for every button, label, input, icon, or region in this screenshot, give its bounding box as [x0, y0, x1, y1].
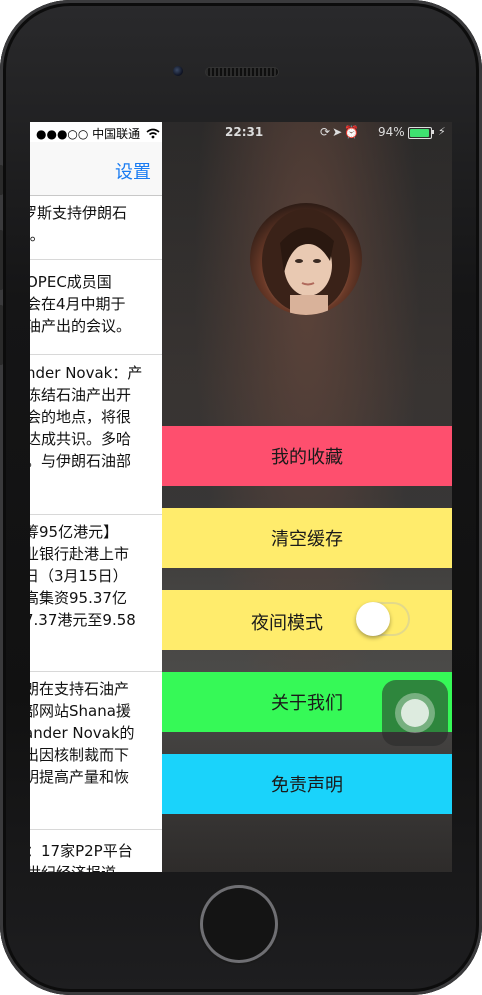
- status-bar: ●●●○○ 中国联通 22:31 ⟳➤⏰ 94% ⚡: [30, 122, 452, 142]
- portrait-image: [262, 209, 350, 315]
- menu-item-favorites[interactable]: 我的收藏: [162, 426, 452, 486]
- volume-down-button: [0, 305, 3, 365]
- navigation-bar: 设置: [30, 142, 162, 196]
- news-list-item[interactable]: 罗斯支持伊朗石 ”。: [30, 196, 162, 260]
- news-item-text: 筹95亿港元】 业银行赴港上市 日（3月15日） 高集资95.37亿 7.37港…: [30, 523, 136, 629]
- toggle-knob: [356, 602, 390, 636]
- earpiece-speaker: [206, 68, 278, 76]
- user-avatar[interactable]: [250, 203, 362, 315]
- battery-percent: 94%: [378, 125, 405, 139]
- status-icons: ⟳➤⏰: [320, 125, 361, 139]
- menu-item-label: 免责声明: [271, 775, 343, 796]
- location-icon: ➤: [332, 125, 345, 139]
- assistive-dot: [401, 699, 429, 727]
- news-list-item[interactable]: OPEC成员国 会在4月中期于 油产出的会议。: [30, 260, 162, 355]
- alarm-icon: ⏰: [344, 125, 362, 139]
- clock: 22:31: [225, 125, 264, 139]
- menu-item-label: 清空缓存: [271, 529, 343, 550]
- night-mode-toggle[interactable]: [356, 602, 410, 636]
- menu-item-disclaimer[interactable]: 免责声明: [162, 754, 452, 814]
- main-content-panel[interactable]: 设置 罗斯支持伊朗石 ”。 OPEC成员国 会在4月中期于 油产出的会议。 nd…: [30, 122, 162, 872]
- front-camera: [173, 66, 183, 76]
- wifi-icon: [146, 128, 160, 139]
- news-item-text: OPEC成员国 会在4月中期于 油产出的会议。: [30, 273, 132, 335]
- battery-tip: [432, 130, 434, 134]
- charging-icon: ⚡: [438, 125, 446, 138]
- news-list-item[interactable]: ：17家P2P平台 世纪经济报道: [30, 830, 162, 872]
- lock-rotation-icon: ⟳: [320, 125, 333, 139]
- news-item-text: nder Novak：产 冻结石油产出开 会的地点，将很 达成共识。多哈 。与伊…: [30, 364, 143, 470]
- news-item-text: 朗在支持石油产 部网站Shana援 ander Novak的 出因核制裁而下 明…: [30, 680, 135, 786]
- menu-item-label: 关于我们: [271, 693, 343, 714]
- carrier-label: ●●●○○ 中国联通: [36, 127, 141, 141]
- news-list-item[interactable]: nder Novak：产 冻结石油产出开 会的地点，将很 达成共识。多哈 。与伊…: [30, 355, 162, 515]
- home-button[interactable]: [203, 888, 275, 960]
- assistive-ring: [395, 693, 435, 733]
- mute-switch: [0, 165, 3, 195]
- news-list-item[interactable]: 筹95亿港元】 业银行赴港上市 日（3月15日） 高集资95.37亿 7.37港…: [30, 515, 162, 672]
- carrier-signal: ●●●○○ 中国联通: [36, 125, 160, 142]
- volume-up-button: [0, 230, 3, 290]
- side-menu-panel: 我的收藏 清空缓存 夜间模式 关于我们 免责声明: [162, 122, 452, 872]
- news-item-text: 罗斯支持伊朗石 ”。: [30, 204, 128, 244]
- assistive-touch-icon[interactable]: [382, 680, 448, 746]
- menu-item-label: 我的收藏: [271, 447, 343, 468]
- settings-button[interactable]: 设置: [115, 158, 151, 184]
- battery-icon: [408, 127, 432, 139]
- screen: 设置 罗斯支持伊朗石 ”。 OPEC成员国 会在4月中期于 油产出的会议。 nd…: [30, 122, 452, 872]
- menu-item-clear-cache[interactable]: 清空缓存: [162, 508, 452, 568]
- menu-item-night-mode[interactable]: 夜间模式: [162, 590, 452, 650]
- battery-fill: [410, 129, 429, 137]
- news-item-text: ：17家P2P平台 世纪经济报道: [30, 842, 133, 872]
- phone-frame: 设置 罗斯支持伊朗石 ”。 OPEC成员国 会在4月中期于 油产出的会议。 nd…: [0, 0, 482, 995]
- news-list-item[interactable]: 朗在支持石油产 部网站Shana援 ander Novak的 出因核制裁而下 明…: [30, 672, 162, 830]
